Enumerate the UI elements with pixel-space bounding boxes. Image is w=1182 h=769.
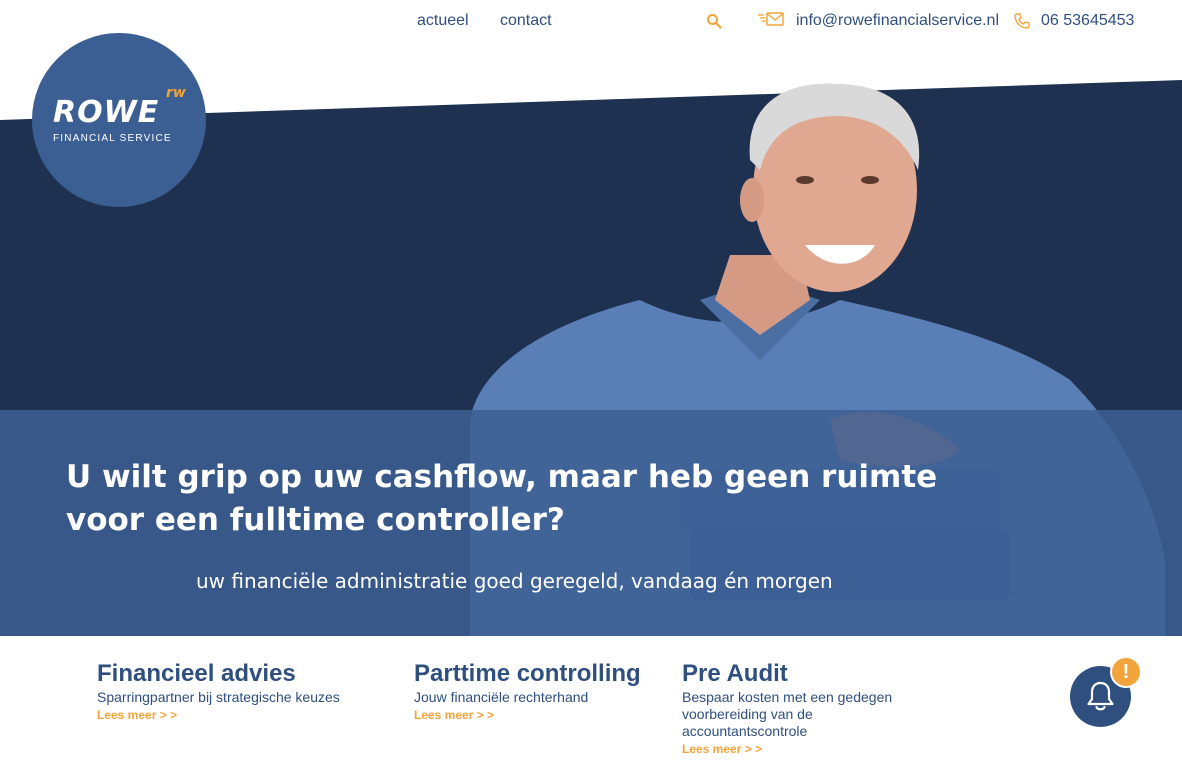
logo-subtitle: FINANCIAL SERVICE	[53, 133, 172, 144]
phone-icon	[1014, 13, 1030, 29]
notification-badge: !	[1110, 656, 1142, 688]
logo-wordmark: ROWE	[53, 95, 160, 130]
nav-link-contact[interactable]: contact	[500, 12, 552, 30]
logo[interactable]: rw ROWE FINANCIAL SERVICE	[32, 33, 206, 207]
top-navigation: actueel contact info@rowefinancialservic…	[0, 0, 1182, 44]
service-description: Bespaar kosten met een gedegen voorberei…	[682, 689, 893, 739]
lees-meer-link[interactable]: Lees meer > >	[682, 740, 762, 758]
service-parttime-controlling: Parttime controlling Jouw financiële rec…	[414, 659, 654, 724]
nav-link-actueel[interactable]: actueel	[417, 12, 469, 30]
service-title[interactable]: Parttime controlling	[414, 659, 654, 689]
bell-icon	[1087, 681, 1114, 711]
logo-mark: rw	[166, 85, 186, 101]
lees-meer-link[interactable]: Lees meer > >	[97, 706, 177, 724]
service-description: Jouw financiële rechterhand	[414, 689, 589, 705]
service-title[interactable]: Pre Audit	[682, 659, 922, 689]
hero-title: U wilt grip op uw cashflow, maar heb gee…	[66, 459, 938, 538]
mail-icon	[758, 12, 784, 26]
service-financieel-advies: Financieel advies Sparringpartner bij st…	[97, 659, 387, 724]
search-icon[interactable]	[706, 13, 722, 29]
lees-meer-link[interactable]: Lees meer > >	[414, 706, 494, 724]
phone-link[interactable]: 06 53645453	[1041, 12, 1134, 30]
service-pre-audit: Pre Audit Bespaar kosten met een gedegen…	[682, 659, 922, 758]
hero-subtitle: uw financiële administratie goed geregel…	[196, 569, 833, 593]
email-link[interactable]: info@rowefinancialservice.nl	[796, 12, 999, 30]
service-description: Sparringpartner bij strategische keuzes	[97, 689, 340, 705]
service-title[interactable]: Financieel advies	[97, 659, 387, 689]
